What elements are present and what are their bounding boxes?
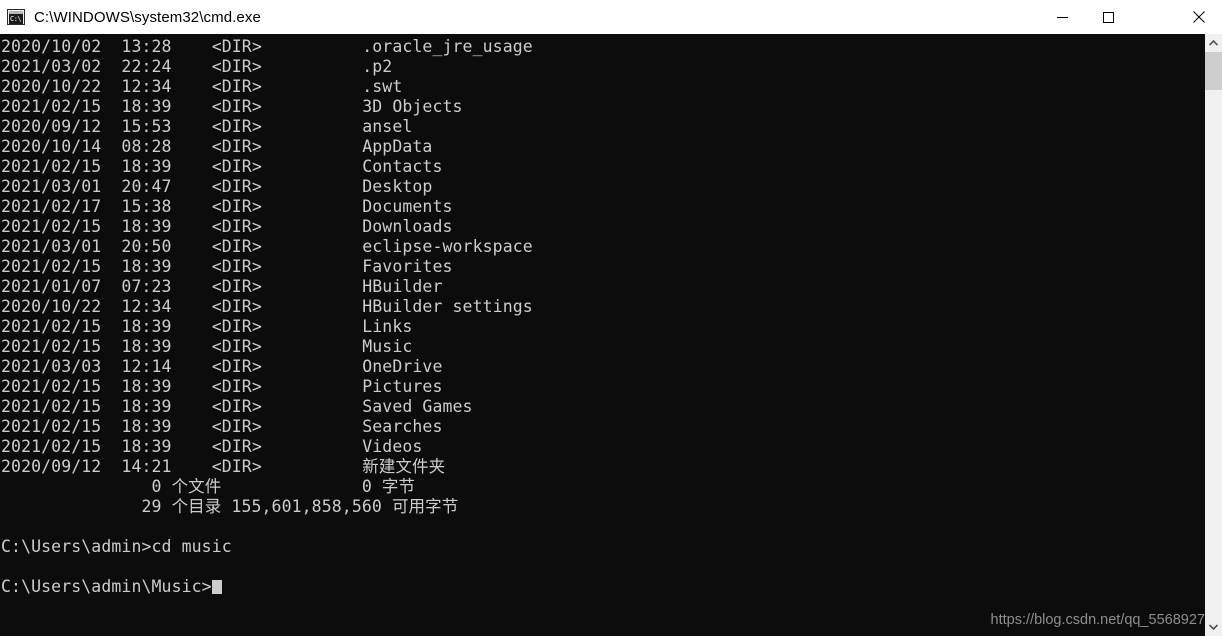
scroll-up-button[interactable]: [1205, 34, 1222, 52]
console-line: 2021/03/03 12:14 <DIR> OneDrive: [1, 357, 443, 376]
close-icon: [1193, 11, 1205, 23]
console-line: 2020/09/12 15:53 <DIR> ansel: [1, 117, 413, 136]
chevron-down-icon: [1209, 624, 1218, 630]
console-line: 2021/02/15 18:39 <DIR> Favorites: [1, 257, 453, 276]
console-line: 2021/02/15 18:39 <DIR> Links: [1, 317, 413, 336]
scrollbar-track[interactable]: [1205, 90, 1222, 618]
console-line: 2021/02/15 18:39 <DIR> Music: [1, 337, 413, 356]
console-line: 2021/02/15 18:39 <DIR> Pictures: [1, 377, 443, 396]
console-line: C:\Users\admin>cd music: [1, 537, 232, 556]
console-line: 2020/09/12 14:21 <DIR> 新建文件夹: [1, 457, 446, 476]
console-line: 2021/02/15 18:39 <DIR> Saved Games: [1, 397, 473, 416]
console-line: 2021/01/07 07:23 <DIR> HBuilder: [1, 277, 443, 296]
close-button[interactable]: [1176, 0, 1222, 34]
console-line: 2021/03/02 22:24 <DIR> .p2: [1, 57, 393, 76]
console-text: 2020/10/02 13:28 <DIR> .oracle_jre_usage…: [0, 34, 1205, 597]
console-line: 2021/02/15 18:39 <DIR> Videos: [1, 437, 423, 456]
console-line: 2021/02/15 18:39 <DIR> 3D Objects: [1, 97, 463, 116]
console-line: 2021/03/01 20:50 <DIR> eclipse-workspace: [1, 237, 533, 256]
vertical-scrollbar[interactable]: [1205, 34, 1222, 636]
console-line: 2021/02/15 18:39 <DIR> Downloads: [1, 217, 453, 236]
text-cursor: [211, 580, 222, 594]
console-line: 2020/10/02 13:28 <DIR> .oracle_jre_usage: [1, 37, 533, 56]
maximize-icon: [1102, 11, 1114, 23]
console-line: 2020/10/22 12:34 <DIR> HBuilder settings: [1, 297, 533, 316]
window-title: C:\WINDOWS\system32\cmd.exe: [34, 8, 261, 26]
console-line: 0 个文件 0 字节: [1, 477, 416, 496]
minimize-icon: [1056, 16, 1068, 18]
console-line: 2021/02/15 18:39 <DIR> Searches: [1, 417, 443, 436]
scrollbar-thumb[interactable]: [1205, 52, 1222, 90]
maximize-button[interactable]: [1085, 0, 1131, 34]
scroll-down-button[interactable]: [1205, 618, 1222, 636]
minimize-button[interactable]: [1039, 0, 1085, 34]
cmd-window: C:\WINDOWS\system32\cmd.exe 2020/10/02 1…: [0, 0, 1222, 636]
console-line: 2021/03/01 20:47 <DIR> Desktop: [1, 177, 433, 196]
chevron-up-icon: [1209, 40, 1218, 46]
title-bar[interactable]: C:\WINDOWS\system32\cmd.exe: [0, 0, 1222, 34]
console-line: 2020/10/22 12:34 <DIR> .swt: [1, 77, 403, 96]
console-line: 2020/10/14 08:28 <DIR> AppData: [1, 137, 433, 156]
console-line: 2021/02/17 15:38 <DIR> Documents: [1, 197, 453, 216]
console-output-area[interactable]: 2020/10/02 13:28 <DIR> .oracle_jre_usage…: [0, 34, 1205, 636]
cmd-icon: [7, 9, 25, 25]
console-line: 29 个目录 155,601,858,560 可用字节: [1, 497, 459, 516]
console-line: C:\Users\admin\Music>: [1, 577, 1205, 597]
watermark-text: https://blog.csdn.net/qq_5568927: [990, 612, 1205, 628]
console-line: 2021/02/15 18:39 <DIR> Contacts: [1, 157, 443, 176]
